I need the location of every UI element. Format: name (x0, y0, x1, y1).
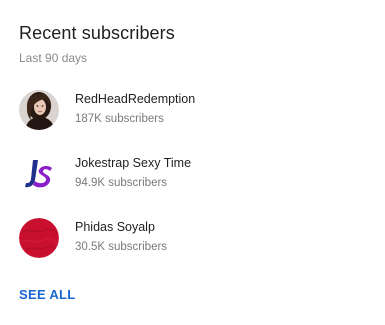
subscriber-row[interactable]: Jokestrap Sexy Time 94.9K subscribers (19, 152, 369, 216)
subscriber-row[interactable]: RedHeadRedemption 187K subscribers (19, 88, 369, 152)
card-title: Recent subscribers (19, 23, 175, 43)
red-circle-avatar[interactable] (19, 218, 59, 258)
recent-subscribers-card: Recent subscribers Last 90 days RedHeadR… (0, 0, 385, 325)
portrait-photo-avatar[interactable] (19, 90, 59, 130)
subscriber-name[interactable]: RedHeadRedemption (75, 91, 195, 107)
subscriber-count: 187K subscribers (75, 113, 164, 125)
card-period: Last 90 days (19, 51, 88, 65)
subscriber-info: RedHeadRedemption 187K subscribers (75, 91, 195, 127)
subscriber-name[interactable]: Jokestrap Sexy Time (75, 155, 191, 171)
subscriber-name[interactable]: Phidas Soyalp (75, 219, 167, 235)
subscriber-count: 30.5K subscribers (75, 241, 168, 253)
js-logo-avatar[interactable] (19, 154, 59, 194)
js-logo-icon (19, 154, 59, 194)
subscriber-count: 94.9K subscribers (75, 177, 168, 189)
red-circle-icon (19, 218, 59, 258)
see-all-link[interactable]: SEE ALL (19, 286, 76, 304)
subscriber-list: RedHeadRedemption 187K subscribers Jokes… (19, 88, 369, 280)
subscriber-info: Jokestrap Sexy Time 94.9K subscribers (75, 155, 191, 191)
subscriber-info: Phidas Soyalp 30.5K subscribers (75, 219, 167, 255)
portrait-icon (19, 90, 59, 130)
subscriber-row[interactable]: Phidas Soyalp 30.5K subscribers (19, 216, 369, 280)
